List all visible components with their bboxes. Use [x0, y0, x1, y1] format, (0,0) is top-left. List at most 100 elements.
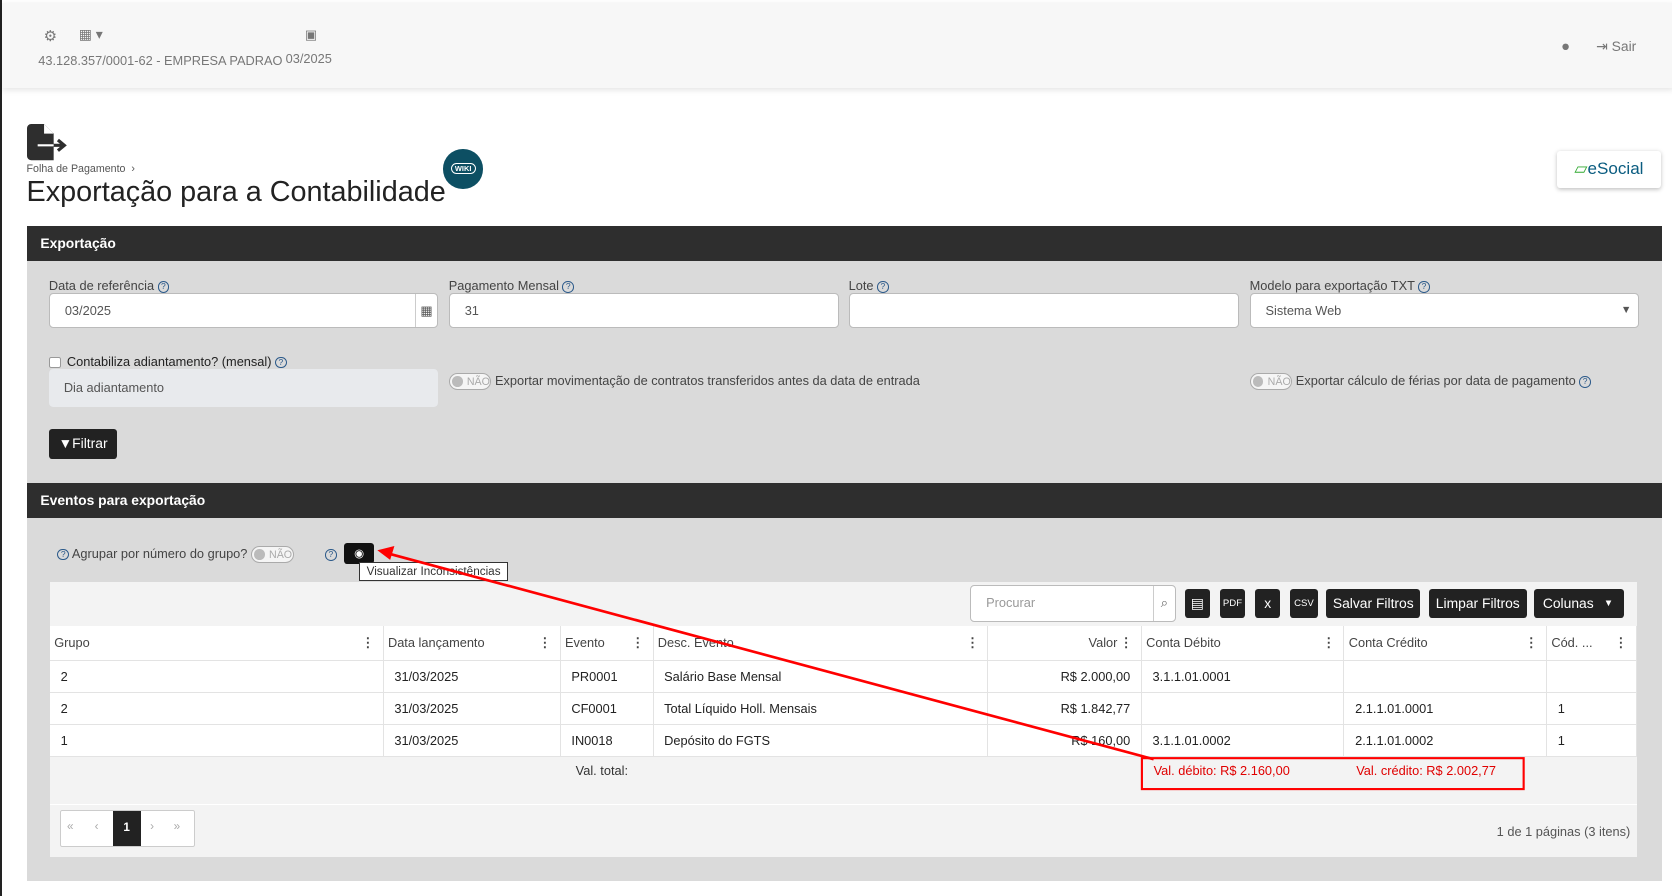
date-label: Data de referência ? [49, 278, 170, 293]
pagination: « ‹ 1 › » [59, 810, 195, 847]
transfer-row: NÃO Exportar movimentação de contratos t… [448, 373, 920, 391]
top-bar: ⚙ ▦ ▾ 43.128.357/0001-62 - EMPRESA PADRA… [2, 3, 1672, 89]
table-cell: 31/03/2025 [384, 725, 561, 757]
help-icon: ? [562, 281, 575, 293]
clear-filters-button[interactable]: Limpar Filtros [1428, 588, 1527, 619]
gear-icon[interactable]: ⚙ [44, 27, 57, 45]
column-header[interactable]: Valor ⋮ [988, 625, 1142, 661]
column-menu-icon[interactable]: ⋮ [1614, 626, 1627, 660]
breadcrumb[interactable]: Folha de Pagamento › [27, 163, 135, 175]
view-inconsistencies-button[interactable]: ◉ [344, 542, 375, 565]
table-cell: IN0018 [561, 725, 654, 757]
table-row[interactable]: 2 31/03/2025 CF0001 Total Líquido Holl. Men… [49, 692, 1637, 726]
table-cell: 1 [1547, 725, 1637, 757]
building-icon[interactable]: ▦ ▾ [79, 26, 103, 43]
help-icon: ? [57, 548, 70, 561]
first-page-button[interactable]: « [67, 820, 74, 833]
columns-button[interactable]: Colunas ▼ [1534, 588, 1624, 619]
vacation-toggle[interactable]: NÃO [1249, 373, 1293, 391]
table-cell [1344, 661, 1548, 694]
table-cell: 2.1.1.01.0002 [1344, 725, 1548, 757]
user-icon[interactable]: ● [1561, 38, 1570, 55]
chevron-down-icon: ▼ [1620, 304, 1632, 317]
esocial-logo-icon: ▱ [1574, 159, 1588, 179]
advance-checkbox[interactable] [48, 356, 61, 369]
advance-day-input[interactable]: Dia adiantamento [48, 368, 439, 408]
column-menu-icon[interactable]: ⋮ [966, 626, 979, 660]
events-table: Grupo ⋮ Data lançamento ⋮ Evento ⋮ Desc. Event… [49, 625, 1637, 806]
file-icon: ▤ [1190, 594, 1204, 611]
help-icon: ? [157, 281, 170, 293]
help-icon: ? [1579, 376, 1591, 388]
column-header[interactable]: Desc. Evento ⋮ [654, 625, 989, 661]
column-header[interactable]: Conta Débito ⋮ [1142, 625, 1345, 661]
period[interactable]: 03/2025 [286, 51, 332, 66]
table-cell: 1 [1547, 693, 1637, 726]
vacation-row: NÃO Exportar cálculo de férias por data … [1249, 373, 1591, 391]
column-menu-icon[interactable]: ⋮ [631, 626, 644, 660]
eye-icon: ◉ [354, 546, 365, 560]
company-name[interactable]: 43.128.357/0001-62 - EMPRESA PADRAO [38, 53, 282, 68]
export-panel: Data de referência ? 03/2025 ▦ Pagamento … [26, 261, 1663, 484]
tooltip: Visualizar Inconsistências [359, 561, 508, 582]
table-cell: R$ 160,00 [988, 725, 1142, 757]
export-csv-button[interactable]: CSV [1290, 588, 1318, 619]
model-select[interactable]: Sistema Web ▼ [1249, 293, 1639, 329]
wiki-button[interactable]: WIKI [443, 149, 483, 189]
model-label: Modelo para exportação TXT ? [1250, 278, 1430, 293]
help-icon: ? [1418, 281, 1430, 293]
column-menu-icon[interactable]: ⋮ [538, 626, 551, 660]
table-cell: 2.1.1.01.0001 [1344, 693, 1548, 726]
column-menu-icon[interactable]: ⋮ [1525, 626, 1538, 660]
logout-icon: ⇥ [1596, 38, 1612, 55]
table-cell: 2 [50, 661, 384, 694]
search-input[interactable]: Procurar ⌕ [970, 585, 1176, 622]
events-panel: ? Agrupar por número do grupo? NÃO ? ◉ V… [26, 518, 1663, 881]
filter-button[interactable]: ▼Filtrar [48, 428, 118, 459]
column-header[interactable]: Cód. ... ⋮ [1547, 625, 1637, 661]
last-page-button[interactable]: » [174, 820, 181, 833]
export-excel-button[interactable]: x [1254, 588, 1281, 619]
esocial-button[interactable]: ▱eSocial [1556, 151, 1662, 188]
table-cell: 31/03/2025 [384, 693, 561, 726]
table-cell: 2 [50, 693, 384, 726]
total-debit: Val. débito: R$ 2.160,00 [1153, 763, 1290, 779]
csv-file-icon: CSV [1294, 597, 1314, 609]
page-info: 1 de 1 páginas (3 itens) [1496, 824, 1631, 840]
logout-button[interactable]: ⇥ Sair [1596, 38, 1636, 55]
table-row[interactable]: 1 31/03/2025 IN0018 Depósito do FGTS R$ 160,… [49, 724, 1637, 757]
transfer-toggle[interactable]: NÃO [448, 373, 492, 391]
lote-label: Lote ? [849, 278, 889, 293]
advance-checkbox-row: Contabiliza adiantamento? (mensal) ? [48, 354, 287, 369]
payment-input[interactable]: 31 [448, 293, 840, 329]
lote-input[interactable] [848, 293, 1239, 329]
column-header[interactable]: Grupo ⋮ [50, 625, 384, 661]
search-icon: ⌕ [1152, 586, 1175, 621]
column-header[interactable]: Conta Crédito ⋮ [1344, 625, 1548, 661]
column-menu-icon[interactable]: ⋮ [1120, 626, 1133, 660]
table-cell: 3.1.1.01.0001 [1142, 661, 1345, 694]
help-icon: ? [275, 356, 287, 369]
calendar-icon[interactable]: ▦ [414, 294, 437, 328]
column-header[interactable]: Evento ⋮ [561, 625, 654, 661]
save-filters-button[interactable]: Salvar Filtros [1326, 588, 1421, 619]
export-pdf-button[interactable]: PDF [1219, 588, 1246, 619]
column-menu-icon[interactable]: ⋮ [361, 626, 374, 660]
export-txt-button[interactable]: ▤ [1184, 588, 1211, 619]
next-page-button[interactable]: › [150, 820, 154, 833]
export-file-icon [26, 123, 67, 160]
table-row[interactable]: 2 31/03/2025 PR0001 Salário Base Mensal R$ 2… [49, 660, 1637, 694]
table-cell: R$ 2.000,00 [988, 661, 1142, 694]
column-header[interactable]: Data lançamento ⋮ [384, 625, 561, 661]
group-toggle[interactable]: NÃO [250, 546, 294, 564]
table-cell [1547, 661, 1637, 694]
date-input[interactable]: 03/2025 ▦ [48, 293, 439, 329]
table-cell: 31/03/2025 [384, 661, 561, 694]
export-section-header: Exportação [26, 226, 1663, 262]
column-menu-icon[interactable]: ⋮ [1322, 626, 1335, 660]
total-credit: Val. crédito: R$ 2.002,77 [1356, 763, 1496, 779]
prev-page-button[interactable]: ‹ [95, 820, 99, 833]
calendar-icon[interactable]: ▣ [305, 27, 317, 43]
page-1-button[interactable]: 1 [112, 811, 141, 846]
events-section-header: Eventos para exportação [26, 483, 1663, 519]
